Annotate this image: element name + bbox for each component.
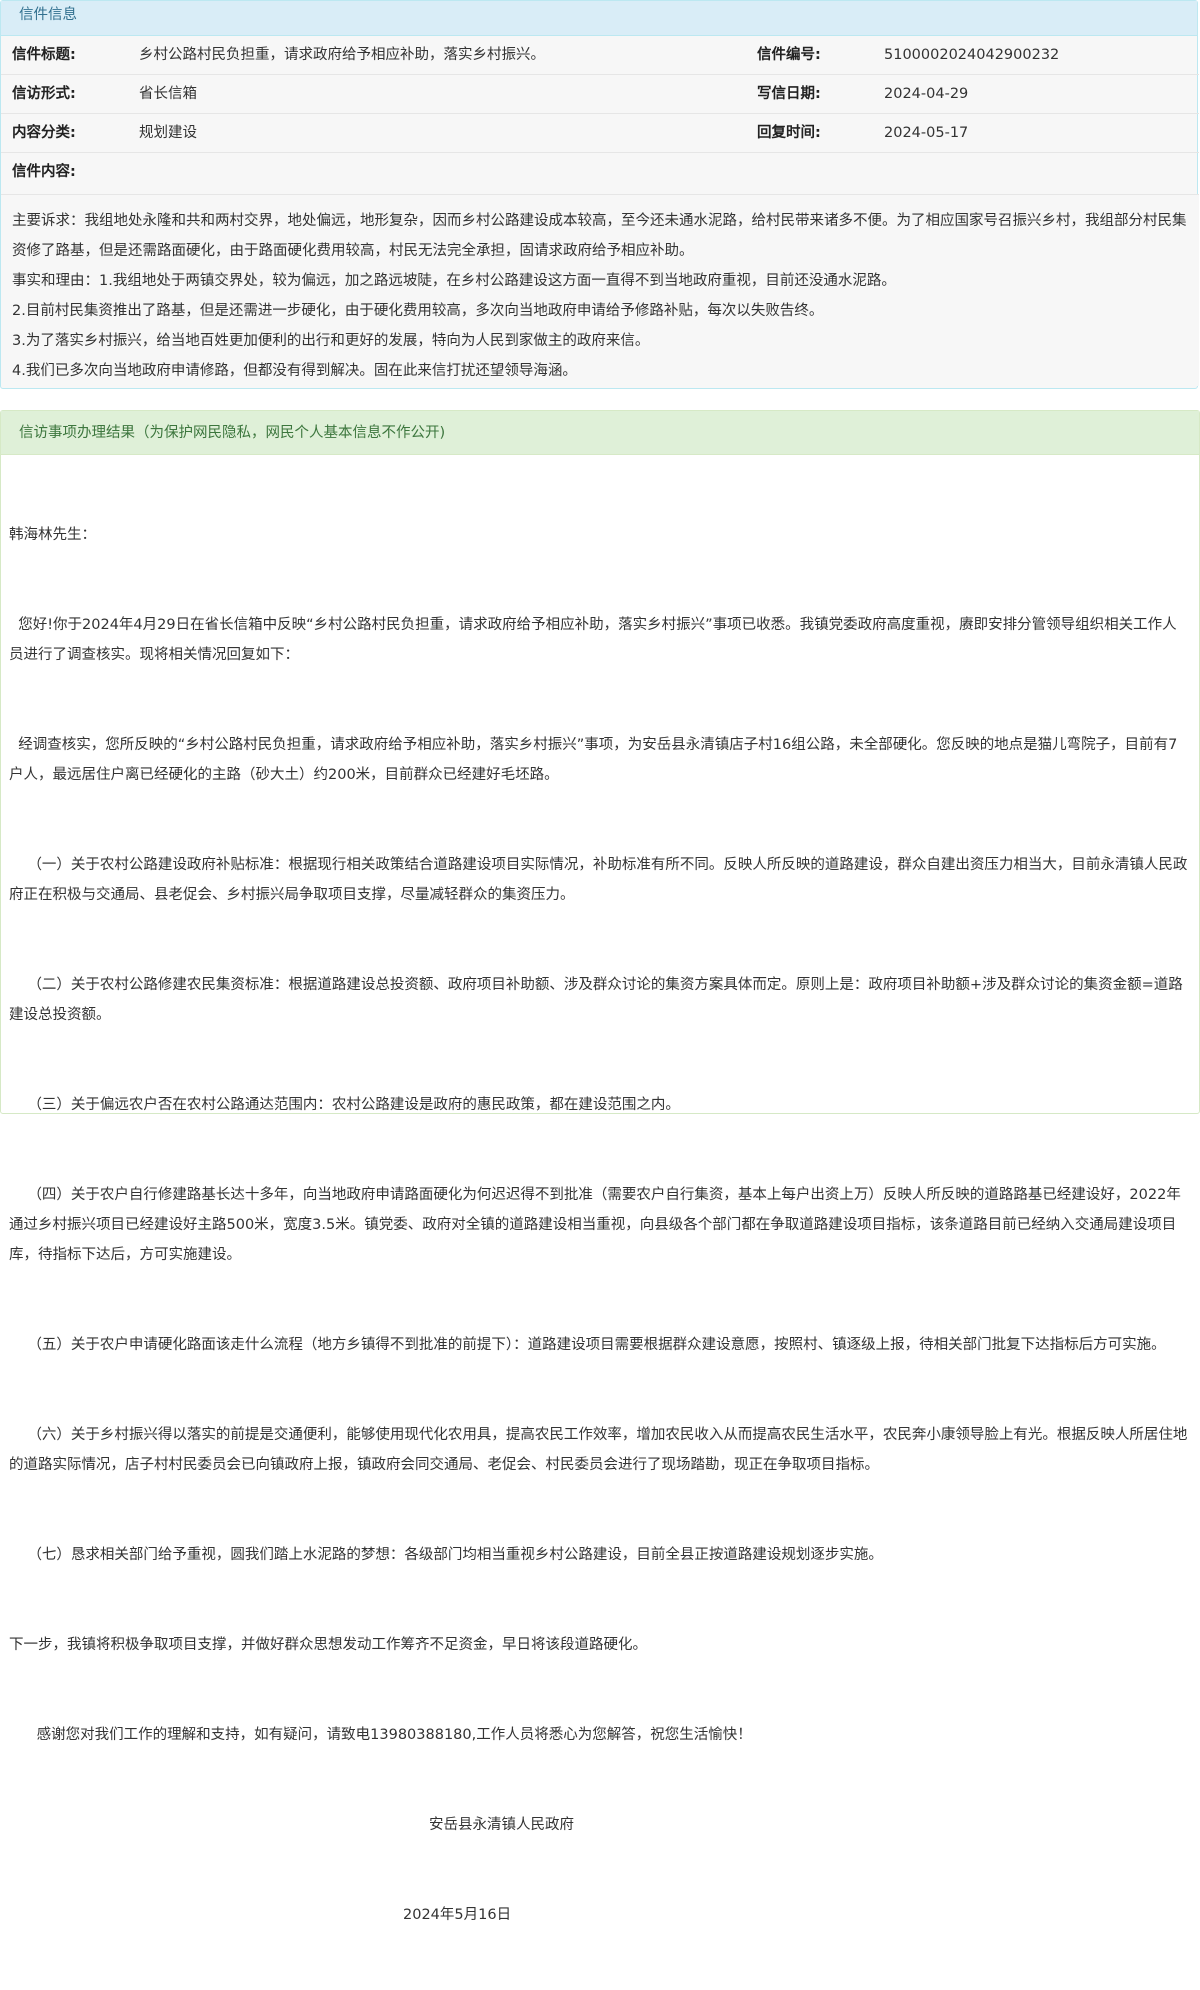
- meta-row-form: 信访形式: 省长信箱 写信日期: 2024-04-29: [1, 75, 1199, 114]
- date-label: 写信日期:: [757, 86, 821, 102]
- number-value: 510000202404290023​2: [884, 47, 1060, 63]
- content-paragraph: 3.为了落实乡村振兴，给当地百姓更加便利的出行和更好的发展，特向为人民到家做主的…: [12, 333, 650, 349]
- reply-paragraph: （一）关于农村公路建设政府补贴标准：根据现行相关政策结合道路建设项目实际情况，补…: [9, 857, 1188, 903]
- meta-row-content: 信件内容:: [1, 153, 1199, 192]
- category-value: 规划建设: [139, 125, 197, 141]
- reply-paragraph: （六）关于乡村振兴得以落实的前提是交通便利，能够使用现代化农用具，提高农民工作效…: [9, 1427, 1188, 1473]
- reply-paragraph: 您好!你于2024年4月29日在省长信箱中反映“乡村公路村民负担重，请求政府给予…: [9, 617, 1177, 663]
- content-label: 信件内容:: [12, 164, 76, 180]
- letter-content: 主要诉求：我组地处永隆和共和两村交界，地处偏远，地形复杂，因而乡村公路建设成本较…: [1, 194, 1199, 386]
- reply-paragraph: （三）关于偏远农户否在农村公路通达范围内：农村公路建设是政府的惠民政策，都在建设…: [9, 1097, 680, 1113]
- category-label: 内容分类:: [12, 125, 76, 141]
- reply-paragraph: （五）关于农户申请硬化路面该走什么流程（地方乡镇得不到批准的前提下）：道路建设项…: [9, 1337, 1166, 1353]
- reply-time-label: 回复时间:: [757, 125, 821, 141]
- content-paragraph: 主要诉求：我组地处永隆和共和两村交界，地处偏远，地形复杂，因而乡村公路建设成本较…: [12, 213, 1187, 259]
- letter-info-heading: 信件信息: [1, 1, 1197, 36]
- reply-time-value: 2024-05-17: [884, 125, 969, 141]
- title-value: 乡村公路村民负担重，请求政府给予相应补助，落实乡村振兴。: [139, 47, 545, 63]
- form-value: 省长信箱: [139, 86, 197, 102]
- reply-body: 韩海林先生： 您好!你于2024年4月29日在省长信箱中反映“乡村公路村民负担重…: [1, 455, 1199, 1990]
- number-label: 信件编号:: [757, 47, 821, 63]
- date-value: 2024-04-29: [884, 86, 969, 102]
- title-label: 信件标题:: [12, 47, 76, 63]
- reply-paragraph: 下一步，我镇将积极争取项目支撑，并做好群众思想发动工作筹齐不足资金，早日将该段道…: [9, 1637, 647, 1653]
- letter-info-panel: 信件信息 信件标题: 乡村公路村民负担重，请求政府给予相应补助，落实乡村振兴。 …: [0, 0, 1199, 389]
- content-paragraph: 4.我们已多次向当地政府申请修路，但都没有得到解决。固在此来信打扰还望领导海涵。: [12, 363, 577, 379]
- form-label: 信访形式:: [12, 86, 76, 102]
- signature: 安岳县永清镇人民政府: [429, 1817, 574, 1833]
- reply-paragraph: 感谢您对我们工作的理解和支持，如有疑问，请致电13980388180,工作人员将…: [9, 1727, 752, 1743]
- reply-paragraph: （二）关于农村公路修建农民集资标准：根据道路建设总投资额、政府项目补助额、涉及群…: [9, 977, 1183, 1023]
- meta-row-title: 信件标题: 乡村公路村民负担重，请求政府给予相应补助，落实乡村振兴。 信件编号:…: [1, 36, 1199, 75]
- result-panel: 信访事项办理结果（为保护网民隐私，网民个人基本信息不作公开) 韩海林先生： 您好…: [0, 410, 1200, 1923]
- result-heading: 信访事项办理结果（为保护网民隐私，网民个人基本信息不作公开): [1, 411, 1199, 455]
- reply-paragraph: （四）关于农户自行修建路基长达十多年，向当地政府申请路面硬化为何迟迟得不到批准（…: [9, 1187, 1181, 1263]
- meta-row-category: 内容分类: 规划建设 回复时间: 2024-05-17: [1, 114, 1199, 153]
- reply-paragraph: （七）恳求相关部门给予重视，圆我们踏上水泥路的梦想：各级部门均相当重视乡村公路建…: [9, 1547, 883, 1563]
- content-paragraph: 2.目前村民集资推出了路基，但是还需进一步硬化，由于硬化费用较高，多次向当地政府…: [12, 303, 824, 319]
- reply-paragraph: 经调查核实，您所反映的“乡村公路村民负担重，请求政府给予相应补助，落实乡村振兴”…: [9, 737, 1178, 783]
- content-paragraph: 事实和理由：1.我组地处于两镇交界处，较为偏远，加之路远坡陡，在乡村公路建设这方…: [12, 273, 896, 289]
- sign-date: 2024年5月16日: [403, 1907, 512, 1923]
- reply-paragraph: 韩海林先生：: [9, 527, 96, 543]
